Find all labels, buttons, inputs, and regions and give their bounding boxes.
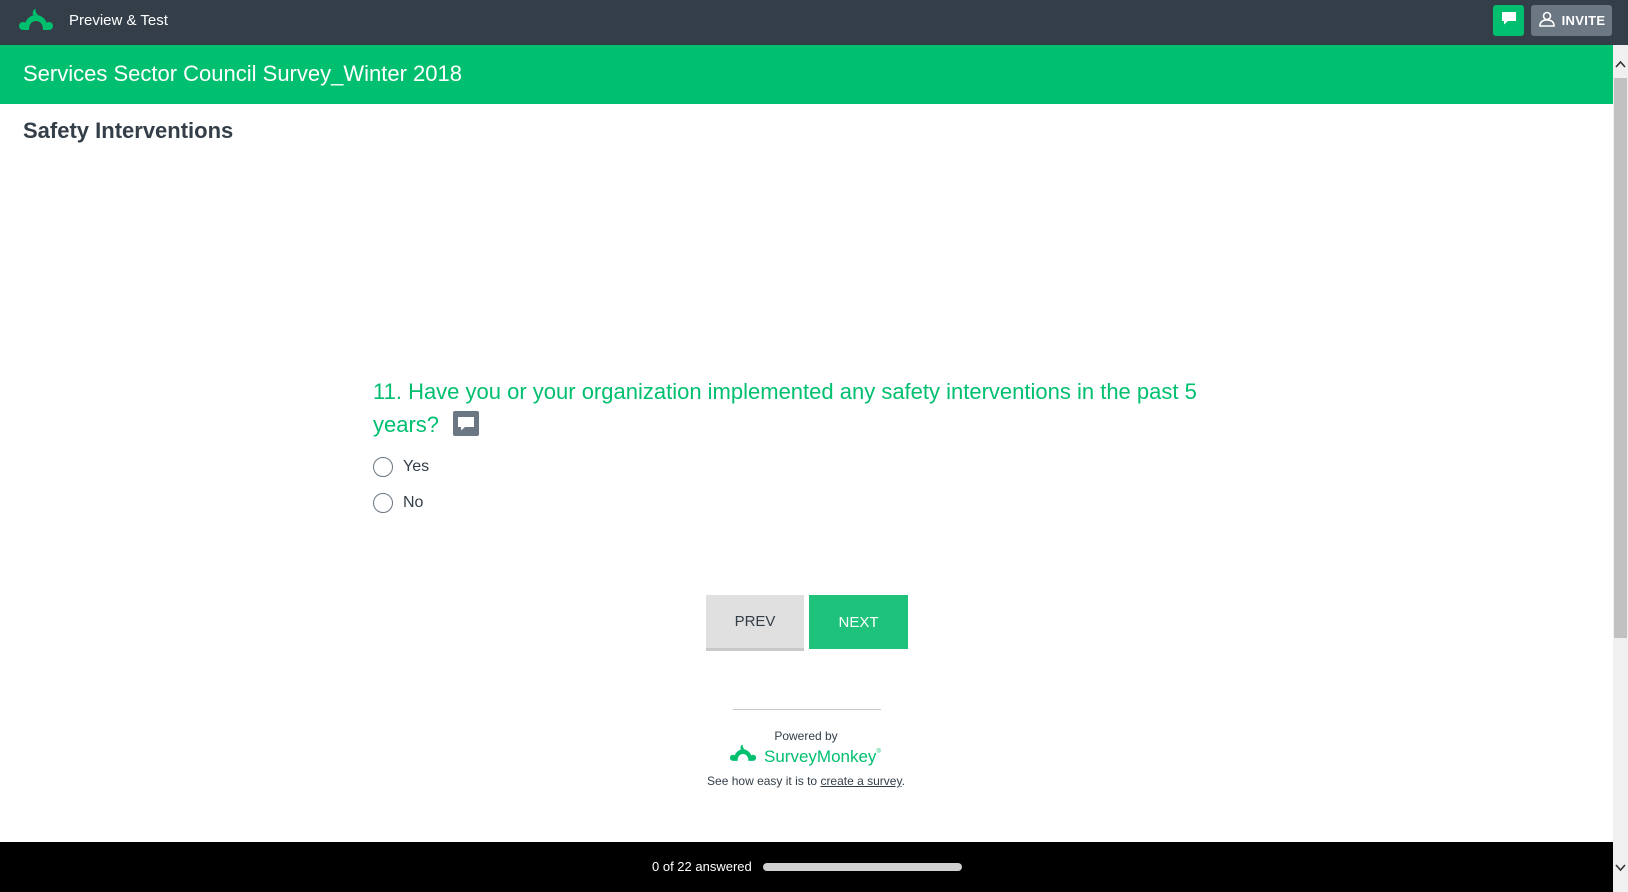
scroll-up-arrow-icon[interactable] — [1613, 55, 1628, 72]
divider — [733, 709, 881, 710]
scrollbar-thumb[interactable] — [1614, 78, 1627, 638]
surveymonkey-brand[interactable]: SurveyMonkey® — [728, 744, 881, 769]
question-text: 11. Have you or your organization implem… — [373, 379, 1197, 437]
choice-no[interactable]: No — [373, 485, 1253, 521]
brand-name-text: SurveyMonkey — [764, 746, 877, 766]
registered-mark: ® — [876, 748, 881, 755]
page-navigation: PREV NEXT — [706, 595, 908, 651]
app-title: Preview & Test — [69, 12, 168, 29]
person-icon — [1538, 10, 1556, 31]
answer-choices: Yes No — [373, 449, 1253, 521]
prev-button[interactable]: PREV — [706, 595, 804, 651]
create-survey-link[interactable]: create a survey — [820, 774, 901, 788]
surveymonkey-logo-icon[interactable] — [18, 8, 54, 34]
speech-bubble-icon[interactable] — [453, 411, 480, 436]
invite-label: INVITE — [1561, 13, 1606, 28]
vertical-scrollbar[interactable] — [1613, 45, 1628, 892]
progress-footer: 0 of 22 answered — [0, 842, 1613, 892]
survey-preview: Services Sector Council Survey_Winter 20… — [0, 45, 1628, 892]
question-block: 11. Have you or your organization implem… — [373, 375, 1253, 521]
tagline-suffix: . — [901, 774, 905, 788]
choice-label: Yes — [403, 458, 430, 475]
top-toolbar: Preview & Test INVITE — [0, 0, 1628, 45]
question-title: 11. Have you or your organization implem… — [373, 375, 1253, 441]
choice-label: No — [403, 494, 424, 511]
radio-button[interactable] — [373, 457, 393, 477]
surveymonkey-logo-icon — [728, 744, 758, 769]
powered-by-text: Powered by — [774, 729, 838, 743]
tagline: See how easy it is to create a survey. — [666, 774, 946, 788]
next-button[interactable]: NEXT — [809, 595, 908, 649]
survey-header: Services Sector Council Survey_Winter 20… — [0, 45, 1613, 104]
choice-yes[interactable]: Yes — [373, 449, 1253, 485]
survey-title: Services Sector Council Survey_Winter 20… — [23, 61, 462, 86]
progress-bar — [763, 863, 962, 871]
comments-button[interactable] — [1493, 5, 1524, 36]
radio-button[interactable] — [373, 493, 393, 513]
brand-name: SurveyMonkey® — [764, 747, 881, 767]
progress-text: 0 of 22 answered — [652, 859, 752, 874]
tagline-prefix: See how easy it is to — [707, 774, 821, 788]
scroll-down-arrow-icon[interactable] — [1613, 859, 1628, 876]
invite-button[interactable]: INVITE — [1531, 5, 1612, 36]
speech-bubble-icon — [1500, 9, 1518, 32]
page-title: Safety Interventions — [23, 118, 234, 143]
